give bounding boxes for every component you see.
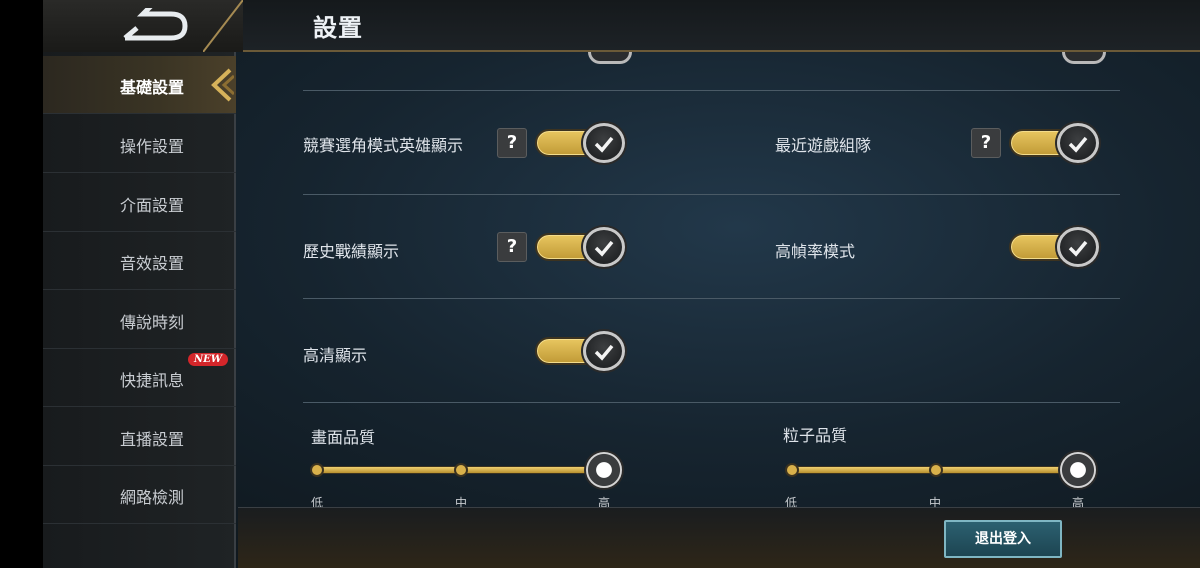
- sidebar-item-legend-moments[interactable]: 傳說時刻: [43, 291, 236, 349]
- checkmark-icon: [1068, 240, 1088, 257]
- tick-label-low: 低: [785, 496, 798, 507]
- checkmark-knob: [1057, 227, 1099, 267]
- tick-label-mid: 中: [929, 496, 942, 507]
- checkmark-icon: [1068, 136, 1088, 153]
- sidebar-item-label: 音效設置: [120, 254, 185, 273]
- help-icon[interactable]: ?: [497, 128, 527, 158]
- settings-content: 競賽選角模式英雄顯示 ? 最近遊戲組隊 ? 歷史戰績顯示 ? 高幀率模式 高清顯…: [238, 52, 1200, 507]
- partial-toggle-knob: [588, 52, 632, 64]
- sidebar-item-label: 基礎設置: [120, 78, 185, 97]
- divider: [303, 194, 1120, 195]
- sidebar-item-label: 直播設置: [120, 430, 185, 449]
- sidebar-item-label: 傳說時刻: [120, 313, 185, 332]
- sidebar-item-label: 快捷訊息: [120, 371, 185, 390]
- sidebar-item-label: 介面設置: [120, 196, 185, 215]
- toggle-label-high-fps: 高幀率模式: [775, 242, 856, 261]
- sidebar-item-label: 操作設置: [120, 137, 185, 156]
- help-icon[interactable]: ?: [971, 128, 1001, 158]
- divider: [303, 402, 1120, 403]
- toggle-label-hd-display: 高清顯示: [303, 346, 368, 365]
- sidebar-item-audio[interactable]: 音效設置: [43, 232, 236, 290]
- sidebar-item-streaming[interactable]: 直播設置: [43, 408, 236, 466]
- checkmark-knob: [1057, 123, 1099, 163]
- sidebar-item-controls[interactable]: 操作設置: [43, 115, 236, 173]
- toggle-recent-team[interactable]: [1009, 123, 1101, 163]
- checkmark-knob: [583, 331, 625, 371]
- toggle-match-history[interactable]: [535, 227, 627, 267]
- chevron-left-icon: [211, 68, 234, 102]
- checkmark-icon: [594, 240, 614, 257]
- slider-stop[interactable]: [785, 463, 799, 477]
- toggle-label-match-history: 歷史戰績顯示: [303, 242, 400, 261]
- checkmark-knob: [583, 227, 625, 267]
- footer-bar: 退出登入: [238, 507, 1200, 568]
- toggle-label-draft-hero-display: 競賽選角模式英雄顯示: [303, 136, 464, 155]
- slider-title-graphics-quality: 畫面品質: [311, 428, 376, 447]
- divider: [303, 90, 1120, 91]
- partial-toggle-knob: [1062, 52, 1106, 64]
- tick-label-high: 高: [598, 496, 611, 507]
- slider-handle[interactable]: [584, 450, 624, 490]
- slider-title-particle-quality: 粒子品質: [783, 426, 848, 445]
- slider-stop[interactable]: [454, 463, 468, 477]
- tick-label-mid: 中: [455, 496, 468, 507]
- checkmark-icon: [594, 136, 614, 153]
- sidebar-item-interface[interactable]: 介面設置: [43, 174, 236, 232]
- page-title: 設置: [313, 14, 363, 42]
- new-badge: NEW: [188, 353, 228, 366]
- sidebar-item-basic[interactable]: 基礎設置: [43, 56, 236, 114]
- help-icon[interactable]: ?: [497, 232, 527, 262]
- tick-label-high: 高: [1072, 496, 1085, 507]
- back-arrow-icon[interactable]: [113, 8, 203, 44]
- sidebar-item-quick-messages[interactable]: 快捷訊息 NEW: [43, 349, 236, 407]
- slider-stop[interactable]: [310, 463, 324, 477]
- checkmark-icon: [594, 344, 614, 361]
- toggle-label-recent-team: 最近遊戲組隊: [775, 136, 872, 155]
- toggle-hd-display[interactable]: [535, 331, 627, 371]
- logout-button[interactable]: 退出登入: [944, 520, 1062, 558]
- header-bar: 設置: [43, 0, 1200, 52]
- sidebar-item-label: 網路檢測: [120, 488, 185, 507]
- slider-handle[interactable]: [1058, 450, 1098, 490]
- settings-sidebar: 基礎設置 操作設置 介面設置 音效設置 傳說時刻 快捷訊息 NEW 直播設置 網…: [43, 52, 236, 568]
- toggle-high-fps[interactable]: [1009, 227, 1101, 267]
- toggle-draft-hero-display[interactable]: [535, 123, 627, 163]
- slider-stop[interactable]: [929, 463, 943, 477]
- tick-label-low: 低: [311, 496, 324, 507]
- header-ornament-icon: [203, 0, 243, 52]
- back-area: [43, 0, 243, 52]
- settings-screen: 設置 基礎設置 操作設置 介面設置 音效設置 傳說時刻 快捷訊息 NEW 直播設…: [43, 0, 1200, 568]
- checkmark-knob: [583, 123, 625, 163]
- sidebar-item-network-test[interactable]: 網路檢測: [43, 466, 236, 524]
- divider: [303, 298, 1120, 299]
